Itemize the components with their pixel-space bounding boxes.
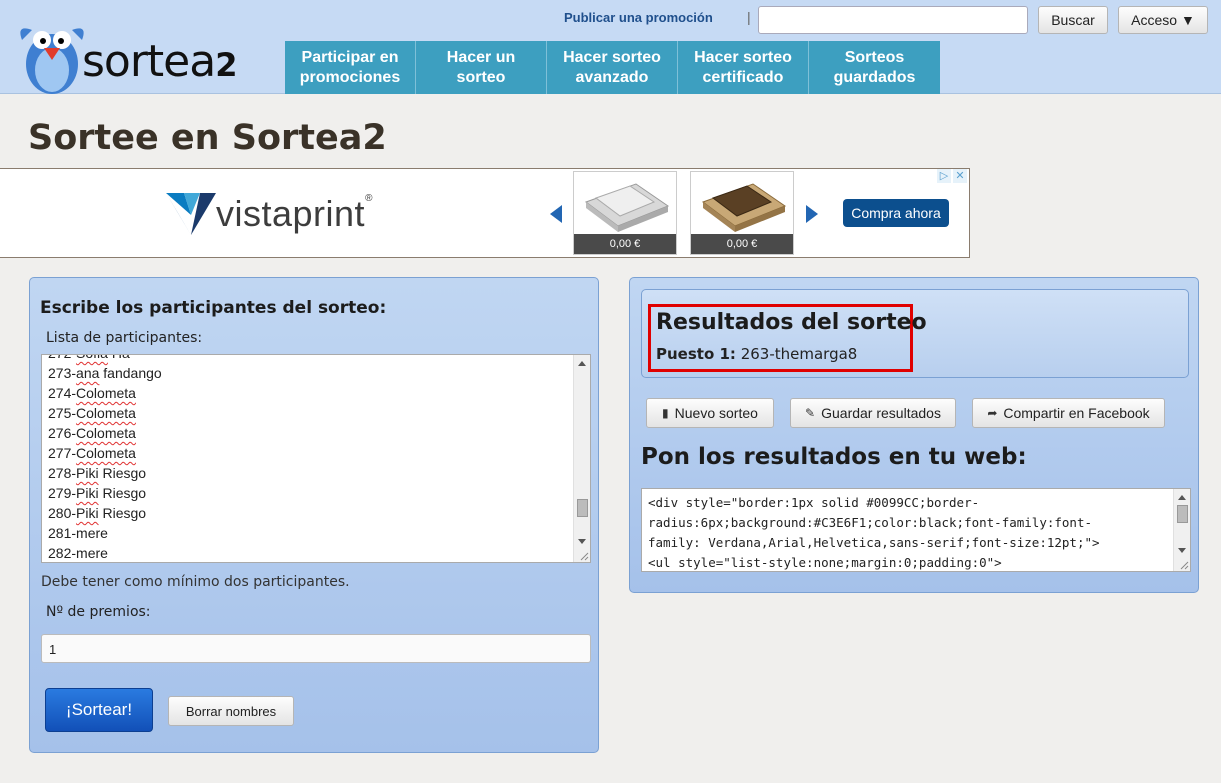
share-arrow-icon: ➦ [987,406,998,420]
ad-next-arrow-icon[interactable] [806,205,818,223]
clear-names-button[interactable]: Borrar nombres [168,696,294,726]
business-cards-image [584,183,670,232]
winner-name: 263-themarga8 [740,345,858,363]
prizes-label: Nº de premios: [46,604,151,620]
ad-prev-arrow-icon[interactable] [550,205,562,223]
scroll-up-icon[interactable] [1178,495,1186,500]
participant-item: 278-Piki Riesgo [48,465,147,481]
participants-panel: Escribe los participantes del sorteo: Li… [29,277,599,753]
participant-item: 277-Colometa [48,445,136,461]
participant-item: 273-ana fandango [48,365,162,381]
embed-code-textarea[interactable]: <div style="border:1px solid #0099CC;bor… [641,488,1191,572]
close-icon[interactable]: ✕ [953,169,967,183]
participant-item: 275-Colometa [48,405,136,421]
participant-item: 280-Piki Riesgo [48,505,147,521]
search-input[interactable] [758,6,1028,34]
resize-handle-icon[interactable] [579,551,589,561]
participants-hint: Debe tener como mínimo dos participantes… [41,574,350,590]
search-button[interactable]: Buscar [1038,6,1108,34]
ad-choices-badge[interactable]: ▷ ✕ [937,169,967,183]
ad-price: 0,00 € [574,234,676,254]
participants-list-label: Lista de participantes: [46,330,203,346]
site-header: sortea2 Publicar una promoción | Buscar … [0,0,1221,94]
participants-list: 272-Sofia Ha 273-ana fandango 274-Colometa… [48,355,162,562]
participant-item: 272-Sofia Ha [48,355,162,363]
scrollbar-thumb[interactable] [577,499,588,517]
results-title: Resultados del sorteo [656,310,927,335]
publish-promo-link[interactable]: Publicar una promoción [564,10,713,25]
participants-title: Escribe los participantes del sorteo: [40,298,387,318]
embed-code: <div style="border:1px solid #0099CC;bor… [648,495,1100,570]
results-panel: Resultados del sorteo Puesto 1: 263-them… [629,277,1199,593]
participant-item: 281-mere [48,525,108,541]
nav-sorteo-certificado[interactable]: Hacer sorteo certificado [678,41,809,94]
scrollbar-thumb[interactable] [1177,505,1188,523]
embed-code-scrollbar[interactable] [1173,489,1190,571]
login-dropdown-button[interactable]: Acceso ▼ [1118,6,1208,34]
winner-line: Puesto 1: 263-themarga8 [656,345,858,363]
document-icon: ▮ [662,406,669,420]
nav-sorteos-guardados[interactable]: Sorteos guardados [809,41,940,94]
ad-banner[interactable]: vistaprint® 0,00 € 0,00 € Compra ahora ▷… [0,168,970,258]
embed-title: Pon los resultados en tu web: [641,444,1027,470]
header-separator: | [747,9,751,25]
scroll-down-icon[interactable] [1178,548,1186,553]
participant-item: 274-Colometa [48,385,136,401]
vistaprint-logo-icon [166,193,216,235]
ad-product-card[interactable]: 0,00 € [573,171,677,255]
resize-handle-icon[interactable] [1179,560,1189,570]
share-facebook-button[interactable]: ➦ Compartir en Facebook [972,398,1165,428]
participants-textarea[interactable]: 272-Sofia Ha 273-ana fandango 274-Colometa… [41,354,591,563]
participant-item: 282-mere [48,545,108,561]
adchoices-icon[interactable]: ▷ [937,169,951,183]
nav-hacer-sorteo[interactable]: Hacer un sorteo [416,41,547,94]
edit-icon: ✎ [805,406,816,420]
participant-item: 276-Colometa [48,425,136,441]
scroll-up-icon[interactable] [578,361,586,366]
logo-wordmark[interactable]: sortea2 [82,40,237,84]
main-nav: Participar en promociones Hacer un sorte… [285,41,940,94]
scroll-down-icon[interactable] [578,539,586,544]
participants-scrollbar[interactable] [573,355,590,562]
new-draw-button[interactable]: ▮ Nuevo sorteo [646,398,774,428]
vistaprint-wordmark: vistaprint® [216,193,373,234]
nav-participar[interactable]: Participar en promociones [285,41,416,94]
prizes-input[interactable]: 1 [41,634,591,663]
ad-product-card[interactable]: 0,00 € [690,171,794,255]
ad-buy-now-button[interactable]: Compra ahora [843,199,949,227]
nav-sorteo-avanzado[interactable]: Hacer sorteo avanzado [547,41,678,94]
business-cards-image [701,183,787,232]
participant-item: 279-Piki Riesgo [48,485,147,501]
page-title: Sortee en Sortea2 [28,118,387,158]
draw-button[interactable]: ¡Sortear! [45,688,153,732]
save-results-button[interactable]: ✎ Guardar resultados [790,398,956,428]
ad-price: 0,00 € [691,234,793,254]
